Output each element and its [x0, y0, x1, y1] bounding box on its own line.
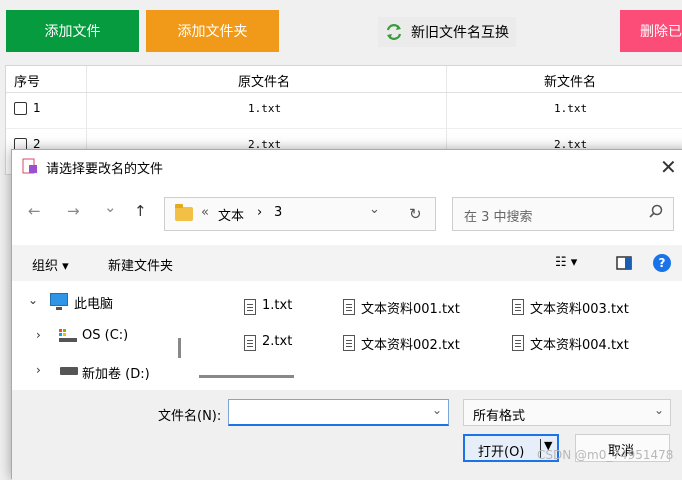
dialog-title: 请选择要改名的文件: [46, 162, 164, 177]
search-placeholder: 在 3 中搜索: [464, 210, 533, 225]
dialog-titlebar: 请选择要改名的文件 ✕: [12, 150, 682, 184]
text-file-icon: [244, 335, 256, 351]
file-name: 文本资料004.txt: [530, 338, 629, 353]
file-name: 2.txt: [262, 334, 293, 349]
navigation-bar: ← → ⌄ ↑ « 文本 › 3 ⌄ ↻ 在 3 中搜索: [12, 190, 682, 232]
swap-icon: [386, 24, 402, 40]
tree-item-label: 此电脑: [74, 297, 114, 312]
table-row[interactable]: 1 1.txt 1.txt: [6, 93, 682, 127]
tree-item-drive-c[interactable]: › OS (C:): [12, 324, 182, 350]
chevron-down-icon[interactable]: ⌄: [432, 403, 442, 417]
tree-scrollbar[interactable]: [178, 338, 181, 358]
forward-icon[interactable]: →: [67, 202, 80, 220]
breadcrumb-overflow[interactable]: «: [201, 205, 209, 220]
file-name: 文本资料002.txt: [361, 338, 460, 353]
text-file-icon: [512, 335, 524, 351]
header-index[interactable]: 序号: [14, 71, 40, 90]
address-bar[interactable]: « 文本 › 3 ⌄ ↻: [164, 197, 436, 231]
filename-input[interactable]: ⌄: [228, 399, 449, 426]
file-list: 1.txt 文本资料001.txt 文本资料003.txt 2.txt 文本资料…: [190, 281, 682, 381]
tree-item-this-pc[interactable]: ⌄ 此电脑: [12, 289, 182, 315]
file-name: 文本资料001.txt: [361, 302, 460, 317]
search-icon[interactable]: [648, 204, 664, 220]
close-icon[interactable]: ✕: [660, 155, 677, 179]
watermark: CSDN @m0_74951478: [537, 448, 674, 462]
preview-pane-icon[interactable]: [616, 256, 632, 270]
text-file-icon: [244, 299, 256, 315]
breadcrumb-text-folder[interactable]: 文本: [218, 205, 244, 224]
delete-button[interactable]: 删除已: [620, 10, 682, 52]
recent-locations-icon[interactable]: ⌄: [104, 198, 117, 216]
open-file-dialog: 请选择要改名的文件 ✕ ← → ⌄ ↑ « 文本 › 3 ⌄ ↻ 在 3 中搜索: [11, 149, 682, 480]
computer-icon: [50, 293, 68, 310]
navigation-tree: ⌄ 此电脑 › OS (C:) › 新加卷 (D:): [12, 281, 184, 391]
swap-names-button[interactable]: 新旧文件名互换: [378, 17, 516, 47]
organize-menu[interactable]: 组织 ▾: [32, 255, 69, 274]
chevron-down-icon[interactable]: ⌄: [654, 403, 664, 417]
text-file-icon: [343, 335, 355, 351]
row-checkbox[interactable]: [14, 102, 27, 115]
tree-item-label: 新加卷 (D:): [82, 367, 150, 382]
row-original-name: 1.txt: [248, 102, 282, 115]
collapse-icon[interactable]: ⌄: [28, 293, 38, 307]
swap-names-label: 新旧文件名互换: [411, 25, 509, 41]
file-list-scrollbar[interactable]: [199, 375, 294, 378]
refresh-icon[interactable]: ↻: [409, 205, 422, 223]
file-type-value: 所有格式: [473, 409, 526, 424]
tree-item-label: OS (C:): [82, 328, 129, 343]
up-icon[interactable]: ↑: [134, 202, 147, 220]
expand-icon[interactable]: ›: [36, 328, 41, 342]
back-icon[interactable]: ←: [28, 202, 41, 220]
command-bar: 组织 ▾ 新建文件夹 ☷ ▾ ?: [12, 245, 682, 281]
expand-icon[interactable]: ›: [36, 363, 41, 377]
app-window: 添加文件 添加文件夹 新旧文件名互换 删除已 序号 原文件名 新文件名 1 1.…: [0, 0, 682, 480]
drive-icon: [59, 329, 77, 342]
search-input[interactable]: 在 3 中搜索: [452, 197, 674, 231]
header-new-name[interactable]: 新文件名: [544, 71, 596, 90]
row-index: 1: [33, 101, 41, 115]
tree-item-drive-d[interactable]: › 新加卷 (D:): [12, 359, 182, 385]
file-name: 文本资料003.txt: [530, 302, 629, 317]
open-button-label: 打开(O): [478, 445, 525, 460]
text-file-icon: [343, 299, 355, 315]
app-icon: [22, 158, 37, 174]
drive-icon: [60, 367, 78, 375]
add-file-button[interactable]: 添加文件: [6, 10, 139, 52]
text-file-icon: [512, 299, 524, 315]
breadcrumb-current-folder[interactable]: 3: [274, 205, 282, 220]
filename-label: 文件名(N):: [158, 409, 222, 424]
help-icon[interactable]: ?: [653, 254, 671, 272]
row-new-name: 1.txt: [554, 102, 588, 115]
table-header: 序号 原文件名 新文件名: [6, 66, 682, 93]
add-folder-button[interactable]: 添加文件夹: [146, 10, 279, 52]
folder-icon: [175, 204, 193, 221]
new-folder-button[interactable]: 新建文件夹: [108, 255, 173, 274]
file-type-select[interactable]: 所有格式 ⌄: [463, 399, 671, 426]
file-name: 1.txt: [262, 298, 293, 313]
address-dropdown-icon[interactable]: ⌄: [369, 202, 380, 217]
view-menu[interactable]: ☷ ▾: [555, 255, 577, 270]
breadcrumb-separator: ›: [257, 205, 263, 220]
header-original-name[interactable]: 原文件名: [238, 71, 290, 90]
